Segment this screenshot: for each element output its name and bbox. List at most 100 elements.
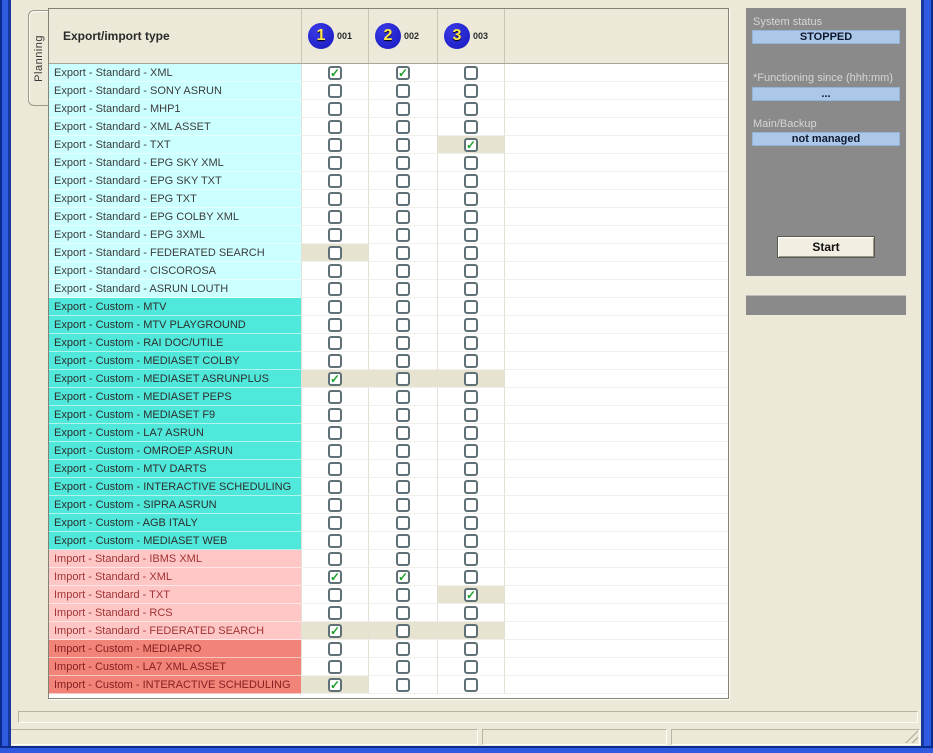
checkbox-003[interactable] xyxy=(464,354,478,368)
checkbox-001[interactable] xyxy=(328,588,342,602)
checkbox-003[interactable] xyxy=(464,624,478,638)
checkbox-002[interactable] xyxy=(396,444,410,458)
checkbox-001[interactable] xyxy=(328,84,342,98)
checkbox-001[interactable] xyxy=(328,498,342,512)
checkbox-003[interactable] xyxy=(464,462,478,476)
checkbox-003[interactable]: ✓ xyxy=(464,138,478,152)
checkbox-003[interactable] xyxy=(464,498,478,512)
checkbox-001[interactable] xyxy=(328,444,342,458)
checkbox-001[interactable] xyxy=(328,354,342,368)
checkbox-003[interactable] xyxy=(464,156,478,170)
start-button[interactable]: Start xyxy=(777,236,875,258)
checkbox-002[interactable] xyxy=(396,138,410,152)
checkbox-002[interactable] xyxy=(396,534,410,548)
checkbox-003[interactable] xyxy=(464,192,478,206)
checkbox-001[interactable] xyxy=(328,174,342,188)
checkbox-001[interactable] xyxy=(328,156,342,170)
checkbox-002[interactable] xyxy=(396,282,410,296)
checkbox-003[interactable] xyxy=(464,102,478,116)
checkbox-002[interactable] xyxy=(396,84,410,98)
checkbox-002[interactable] xyxy=(396,408,410,422)
checkbox-003[interactable] xyxy=(464,660,478,674)
checkbox-001[interactable] xyxy=(328,552,342,566)
checkbox-001[interactable] xyxy=(328,516,342,530)
resize-grip[interactable] xyxy=(905,730,918,743)
checkbox-001[interactable] xyxy=(328,228,342,242)
checkbox-002[interactable] xyxy=(396,336,410,350)
checkbox-003[interactable] xyxy=(464,264,478,278)
checkbox-002[interactable] xyxy=(396,426,410,440)
checkbox-003[interactable] xyxy=(464,318,478,332)
checkbox-001[interactable] xyxy=(328,246,342,260)
checkbox-001[interactable] xyxy=(328,408,342,422)
checkbox-002[interactable] xyxy=(396,606,410,620)
checkbox-002[interactable]: ✓ xyxy=(396,66,410,80)
checkbox-002[interactable] xyxy=(396,678,410,692)
checkbox-002[interactable] xyxy=(396,390,410,404)
checkbox-002[interactable] xyxy=(396,264,410,278)
checkbox-003[interactable] xyxy=(464,516,478,530)
checkbox-001[interactable] xyxy=(328,606,342,620)
checkbox-002[interactable] xyxy=(396,120,410,134)
checkbox-001[interactable]: ✓ xyxy=(328,624,342,638)
checkbox-003[interactable] xyxy=(464,426,478,440)
checkbox-002[interactable] xyxy=(396,246,410,260)
checkbox-002[interactable] xyxy=(396,318,410,332)
checkbox-001[interactable] xyxy=(328,318,342,332)
checkbox-001[interactable] xyxy=(328,102,342,116)
checkbox-003[interactable] xyxy=(464,282,478,296)
checkbox-001[interactable] xyxy=(328,192,342,206)
checkbox-003[interactable] xyxy=(464,228,478,242)
checkbox-003[interactable] xyxy=(464,408,478,422)
checkbox-001[interactable]: ✓ xyxy=(328,372,342,386)
checkbox-003[interactable]: ✓ xyxy=(464,588,478,602)
checkbox-001[interactable]: ✓ xyxy=(328,66,342,80)
checkbox-002[interactable] xyxy=(396,660,410,674)
checkbox-003[interactable] xyxy=(464,480,478,494)
checkbox-001[interactable] xyxy=(328,480,342,494)
checkbox-003[interactable] xyxy=(464,552,478,566)
checkbox-001[interactable] xyxy=(328,462,342,476)
checkbox-002[interactable] xyxy=(396,498,410,512)
checkbox-001[interactable] xyxy=(328,138,342,152)
checkbox-002[interactable] xyxy=(396,354,410,368)
checkbox-002[interactable] xyxy=(396,192,410,206)
checkbox-001[interactable] xyxy=(328,282,342,296)
checkbox-003[interactable] xyxy=(464,84,478,98)
checkbox-003[interactable] xyxy=(464,444,478,458)
checkbox-002[interactable]: ✓ xyxy=(396,570,410,584)
checkbox-001[interactable] xyxy=(328,660,342,674)
checkbox-002[interactable] xyxy=(396,300,410,314)
checkbox-001[interactable] xyxy=(328,120,342,134)
checkbox-003[interactable] xyxy=(464,642,478,656)
checkbox-003[interactable] xyxy=(464,336,478,350)
checkbox-001[interactable]: ✓ xyxy=(328,570,342,584)
checkbox-002[interactable] xyxy=(396,228,410,242)
checkbox-001[interactable] xyxy=(328,642,342,656)
checkbox-001[interactable] xyxy=(328,264,342,278)
checkbox-002[interactable] xyxy=(396,588,410,602)
checkbox-002[interactable] xyxy=(396,552,410,566)
checkbox-003[interactable] xyxy=(464,246,478,260)
checkbox-002[interactable] xyxy=(396,174,410,188)
checkbox-002[interactable] xyxy=(396,156,410,170)
tab-planning[interactable]: Planning xyxy=(28,10,49,106)
checkbox-002[interactable] xyxy=(396,210,410,224)
checkbox-003[interactable] xyxy=(464,372,478,386)
checkbox-001[interactable] xyxy=(328,300,342,314)
checkbox-001[interactable] xyxy=(328,210,342,224)
checkbox-002[interactable] xyxy=(396,516,410,530)
checkbox-003[interactable] xyxy=(464,678,478,692)
checkbox-002[interactable] xyxy=(396,102,410,116)
checkbox-002[interactable] xyxy=(396,462,410,476)
checkbox-001[interactable] xyxy=(328,426,342,440)
checkbox-003[interactable] xyxy=(464,606,478,620)
checkbox-003[interactable] xyxy=(464,300,478,314)
checkbox-003[interactable] xyxy=(464,570,478,584)
checkbox-002[interactable] xyxy=(396,372,410,386)
checkbox-003[interactable] xyxy=(464,66,478,80)
checkbox-001[interactable] xyxy=(328,390,342,404)
checkbox-003[interactable] xyxy=(464,210,478,224)
checkbox-003[interactable] xyxy=(464,534,478,548)
checkbox-001[interactable]: ✓ xyxy=(328,678,342,692)
